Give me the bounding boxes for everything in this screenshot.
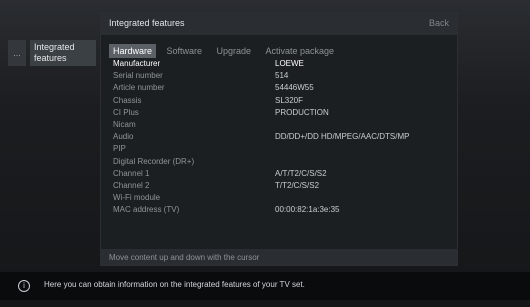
tab-software[interactable]: Software bbox=[162, 44, 206, 58]
feature-value: 00:00:82:1a:3e:35 bbox=[275, 205, 340, 215]
list-item[interactable]: Wi-Fi module bbox=[109, 193, 453, 205]
list-item[interactable]: CI Plus PRODUCTION bbox=[109, 108, 453, 120]
feature-label: Article number bbox=[113, 83, 165, 93]
tab-upgrade[interactable]: Upgrade bbox=[212, 44, 255, 58]
feature-value: 54446W55 bbox=[275, 83, 314, 93]
panel-title: Integrated features bbox=[109, 18, 185, 28]
feature-label: Channel 1 bbox=[113, 168, 150, 178]
feature-value: PRODUCTION bbox=[275, 107, 329, 117]
tab-activate-package[interactable]: Activate package bbox=[261, 44, 338, 58]
list-item[interactable]: Nicam bbox=[109, 120, 453, 132]
feature-value: A/T/T2/C/S/S2 bbox=[275, 168, 327, 178]
panel-header: Integrated features Back bbox=[101, 13, 457, 35]
tab-hardware[interactable]: Hardware bbox=[109, 44, 157, 58]
info-text: Here you can obtain information on the i… bbox=[44, 280, 305, 289]
feature-label: PIP bbox=[113, 144, 126, 154]
feature-label: MAC address (TV) bbox=[113, 205, 180, 215]
feature-value: LOEWE bbox=[275, 59, 304, 68]
feature-label: Manufacturer bbox=[113, 59, 161, 68]
info-bar: i Here you can obtain information on the… bbox=[0, 272, 530, 300]
list-item[interactable]: Manufacturer LOEWE bbox=[109, 59, 453, 71]
list-item[interactable]: PIP bbox=[109, 144, 453, 156]
feature-value: T/T2/C/S/S2 bbox=[275, 180, 320, 190]
tab-bar: Hardware Software Upgrade Activate packa… bbox=[109, 41, 340, 58]
feature-value: SL320F bbox=[275, 95, 304, 105]
feature-label: Digital Recorder (DR+) bbox=[113, 156, 195, 166]
feature-value: DD/DD+/DD HD/MPEG/AAC/DTS/MP bbox=[275, 132, 410, 142]
feature-label: Channel 2 bbox=[113, 180, 150, 190]
menu-item-integrated-features[interactable]: Integrated features bbox=[30, 40, 96, 66]
feature-label: Chassis bbox=[113, 95, 142, 105]
info-icon: i bbox=[18, 280, 30, 292]
features-panel: Integrated features Back Hardware Softwa… bbox=[100, 12, 458, 266]
list-item[interactable]: Channel 2 T/T2/C/S/S2 bbox=[109, 181, 453, 193]
footer-hint: Move content up and down with the cursor bbox=[109, 253, 260, 262]
panel-footer: Move content up and down with the cursor bbox=[101, 249, 457, 265]
list-item[interactable]: Audio DD/DD+/DD HD/MPEG/AAC/DTS/MP bbox=[109, 132, 453, 144]
list-item[interactable]: Digital Recorder (DR+) bbox=[109, 157, 453, 169]
feature-label: Serial number bbox=[113, 71, 163, 81]
list-item[interactable]: Serial number 514 bbox=[109, 71, 453, 83]
feature-list: Manufacturer LOEWE Serial number 514 Artic… bbox=[109, 59, 453, 217]
feature-label: Wi-Fi module bbox=[113, 193, 161, 203]
list-item[interactable]: Article number 54446W55 bbox=[109, 83, 453, 95]
feature-label: Audio bbox=[113, 132, 134, 142]
feature-label: CI Plus bbox=[113, 107, 139, 117]
list-item[interactable]: Chassis SL320F bbox=[109, 96, 453, 108]
feature-value: 514 bbox=[275, 71, 289, 81]
back-button[interactable]: Back bbox=[429, 18, 449, 28]
menu-back-item[interactable]: ... bbox=[8, 40, 26, 66]
list-item[interactable]: MAC address (TV) 00:00:82:1a:3e:35 bbox=[109, 205, 453, 217]
list-item[interactable]: Channel 1 A/T/T2/C/S/S2 bbox=[109, 169, 453, 181]
left-menu: ... Integrated features bbox=[8, 40, 96, 70]
tv-screen: ... Integrated features Integrated featu… bbox=[0, 0, 530, 307]
feature-label: Nicam bbox=[113, 119, 136, 129]
